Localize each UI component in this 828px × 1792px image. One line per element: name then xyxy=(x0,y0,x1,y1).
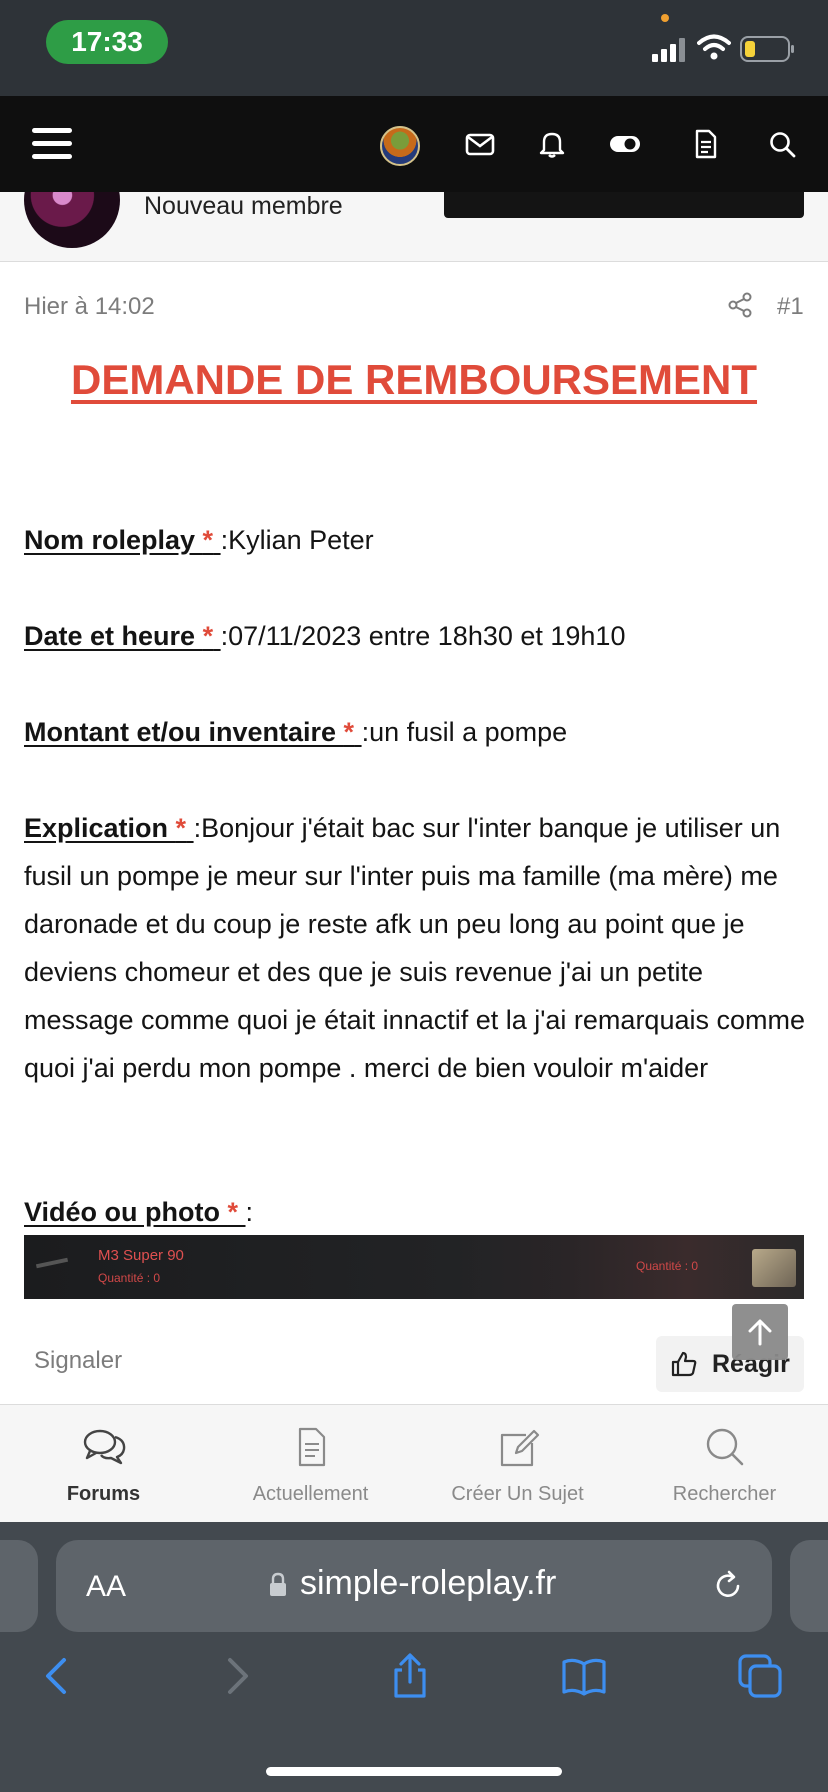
field-label: Vidéo ou photo * xyxy=(24,1197,238,1227)
forum-nav-header xyxy=(0,96,828,192)
attached-screenshot[interactable]: M3 Super 90 Quantité : 0 Quantité : 0 xyxy=(24,1235,804,1299)
inbox-icon[interactable] xyxy=(464,128,496,160)
browser-toolbar: AA simple-roleplay.fr xyxy=(0,1522,828,1792)
tab-label: Créer Un Sujet xyxy=(451,1483,584,1505)
tab-creer-un-sujet[interactable]: Créer Un Sujet xyxy=(414,1405,621,1523)
tab-rechercher[interactable]: Rechercher xyxy=(621,1405,828,1523)
tabs-icon[interactable] xyxy=(736,1652,784,1700)
tab-label: Forums xyxy=(66,1483,141,1505)
search-icon[interactable] xyxy=(766,128,798,160)
document-icon[interactable] xyxy=(689,128,721,160)
required-marker: * xyxy=(175,813,187,843)
thumbs-up-icon xyxy=(671,1351,697,1377)
back-icon[interactable] xyxy=(34,1652,82,1700)
battery-icon xyxy=(740,36,794,62)
tab-actuellement[interactable]: Actuellement xyxy=(207,1405,414,1523)
scroll-to-top-button[interactable] xyxy=(732,1304,788,1360)
tab-label: Rechercher xyxy=(672,1483,777,1505)
field-label: Nom roleplay * xyxy=(24,525,214,555)
bookmarks-icon[interactable] xyxy=(560,1652,608,1700)
field-separator: : xyxy=(245,1197,254,1227)
report-link[interactable]: Signaler xyxy=(34,1347,122,1375)
screenshot-quantity-left: Quantité : 0 xyxy=(98,1271,161,1285)
field-value: 07/11/2023 entre 18h30 et 19h10 xyxy=(228,621,626,651)
required-marker: * xyxy=(343,717,355,747)
ammo-box-thumbnail xyxy=(752,1249,796,1287)
post-number-link[interactable]: #1 xyxy=(777,293,804,321)
screenshot-item-name: M3 Super 90 xyxy=(98,1247,184,1264)
required-marker: * xyxy=(202,525,214,555)
weapon-thumbnail xyxy=(35,1257,69,1269)
forward-icon[interactable] xyxy=(212,1652,260,1700)
privacy-indicator-dot xyxy=(661,14,669,22)
field-value: un fusil a pompe xyxy=(369,717,568,747)
arrow-up-icon xyxy=(748,1319,772,1346)
document-icon xyxy=(298,1427,326,1467)
required-marker: * xyxy=(227,1197,238,1227)
field-video-photo: Vidéo ou photo * : xyxy=(24,1188,808,1236)
edit-icon xyxy=(500,1429,540,1467)
status-time: 17:33 xyxy=(46,20,168,64)
text-size-button[interactable]: AA xyxy=(86,1570,126,1604)
user-avatar[interactable] xyxy=(380,126,420,166)
url-text[interactable]: simple-roleplay.fr xyxy=(300,1564,556,1603)
bell-icon[interactable] xyxy=(536,128,568,160)
lock-icon xyxy=(270,1572,286,1596)
reload-icon[interactable] xyxy=(710,1568,746,1604)
required-marker: * xyxy=(202,621,214,651)
post-heading: DEMANDE DE REMBOURSEMENT xyxy=(70,356,758,403)
chat-bubbles-icon xyxy=(83,1429,126,1465)
search-icon xyxy=(706,1428,744,1466)
theme-toggle-icon[interactable] xyxy=(609,128,641,160)
field-separator: : xyxy=(361,717,370,747)
field-nom-roleplay: Nom roleplay * :Kylian Peter xyxy=(24,516,808,564)
previous-tab-peek[interactable] xyxy=(0,1540,38,1632)
field-date-heure: Date et heure * :07/11/2023 entre 18h30 … xyxy=(24,612,808,660)
next-tab-peek[interactable] xyxy=(790,1540,828,1632)
tab-forums[interactable]: Forums xyxy=(0,1405,207,1523)
field-montant-inventaire: Montant et/ou inventaire * :un fusil a p… xyxy=(24,708,808,756)
tab-label: Actuellement xyxy=(252,1483,369,1505)
field-value: Bonjour j'était bac sur l'inter banque j… xyxy=(24,813,805,1083)
field-label: Date et heure * xyxy=(24,621,214,651)
status-bar: 17:33 xyxy=(0,0,828,96)
field-label: Montant et/ou inventaire * xyxy=(24,717,355,747)
field-value: Kylian Peter xyxy=(228,525,374,555)
cellular-signal-icon xyxy=(652,38,685,62)
field-separator: : xyxy=(220,621,229,651)
field-separator: : xyxy=(220,525,229,555)
field-separator: : xyxy=(193,813,202,843)
author-user-title: Nouveau membre xyxy=(144,192,343,220)
menu-icon[interactable] xyxy=(32,126,74,162)
post-timestamp[interactable]: Hier à 14:02 xyxy=(24,293,155,321)
share-icon[interactable] xyxy=(727,292,753,318)
post-author-strip: Nouveau membre xyxy=(0,152,828,262)
field-explication: Explication * :Bonjour j'était bac sur l… xyxy=(24,804,808,1092)
address-bar[interactable]: AA simple-roleplay.fr xyxy=(56,1540,772,1632)
home-indicator[interactable] xyxy=(266,1767,562,1776)
wifi-icon xyxy=(697,34,731,60)
screenshot-quantity-right: Quantité : 0 xyxy=(636,1259,699,1273)
forum-tab-bar: Forums Actuellement Créer Un Sujet Reche… xyxy=(0,1404,828,1522)
field-label: Explication * xyxy=(24,813,187,843)
share-sheet-icon[interactable] xyxy=(386,1652,434,1700)
